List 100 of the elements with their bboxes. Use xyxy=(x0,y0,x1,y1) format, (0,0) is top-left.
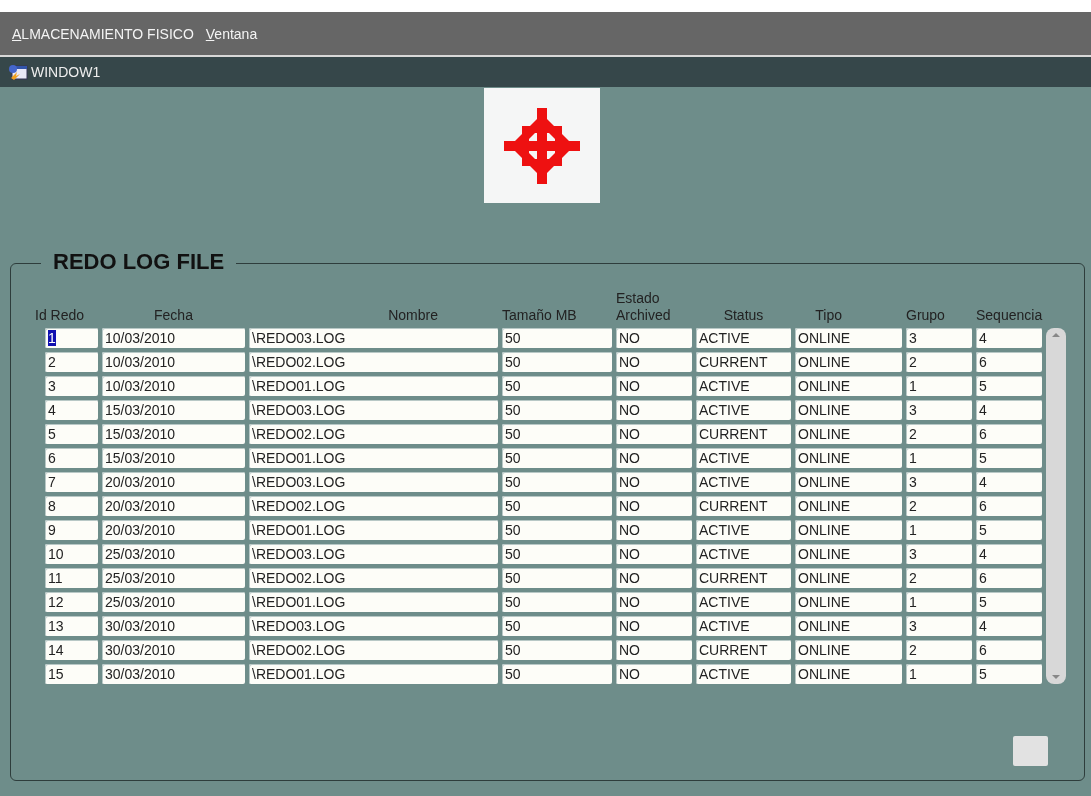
table-cell[interactable]: ACTIVE xyxy=(696,520,791,540)
table-cell[interactable]: \REDO01.LOG xyxy=(249,592,498,612)
table-cell[interactable]: 20/03/2010 xyxy=(102,472,245,492)
table-cell[interactable]: ONLINE xyxy=(795,448,902,468)
table-cell[interactable]: ONLINE xyxy=(795,544,902,564)
table-cell[interactable]: 50 xyxy=(502,424,612,444)
table-cell[interactable]: ONLINE xyxy=(795,496,902,516)
table-cell[interactable]: ONLINE xyxy=(795,376,902,396)
table-cell[interactable]: ONLINE xyxy=(795,640,902,660)
table-cell[interactable]: ACTIVE xyxy=(696,448,791,468)
scrollbar[interactable] xyxy=(1046,328,1066,684)
table-cell[interactable]: \REDO02.LOG xyxy=(249,640,498,660)
table-cell[interactable]: 50 xyxy=(502,448,612,468)
table-cell[interactable]: 2 xyxy=(906,352,972,372)
table-cell[interactable]: 50 xyxy=(502,472,612,492)
table-cell[interactable]: ONLINE xyxy=(795,472,902,492)
table-cell[interactable]: NO xyxy=(616,544,692,564)
table-cell[interactable]: NO xyxy=(616,424,692,444)
table-cell[interactable]: 6 xyxy=(976,640,1042,660)
table-cell[interactable]: 25/03/2010 xyxy=(102,568,245,588)
table-cell[interactable]: 2 xyxy=(906,568,972,588)
table-cell[interactable]: 20/03/2010 xyxy=(102,496,245,516)
table-cell[interactable]: 4 xyxy=(976,328,1042,348)
menu-item[interactable]: ALMACENAMIENTO FISICO xyxy=(12,25,194,42)
table-cell[interactable]: 50 xyxy=(502,544,612,564)
table-cell[interactable]: 1 xyxy=(906,376,972,396)
table-cell[interactable]: 4 xyxy=(976,472,1042,492)
table-cell[interactable]: ACTIVE xyxy=(696,376,791,396)
table-cell[interactable]: 11 xyxy=(45,568,98,588)
menu-item[interactable]: Ventana xyxy=(205,25,258,42)
table-cell[interactable]: NO xyxy=(616,520,692,540)
table-cell[interactable]: 2 xyxy=(906,496,972,516)
table-cell[interactable]: 3 xyxy=(906,400,972,420)
table-cell[interactable]: 10/03/2010 xyxy=(102,376,245,396)
table-cell[interactable]: \REDO03.LOG xyxy=(249,472,498,492)
table-cell[interactable]: ONLINE xyxy=(795,592,902,612)
table-cell[interactable]: ONLINE xyxy=(795,400,902,420)
table-cell[interactable]: NO xyxy=(616,592,692,612)
table-cell[interactable]: ACTIVE xyxy=(696,664,791,684)
table-cell[interactable]: NO xyxy=(616,352,692,372)
table-cell[interactable]: 15/03/2010 xyxy=(102,448,245,468)
table-cell[interactable]: CURRENT xyxy=(696,568,791,588)
table-cell[interactable]: \REDO03.LOG xyxy=(249,400,498,420)
table-cell[interactable]: ONLINE xyxy=(795,352,902,372)
table-cell[interactable]: NO xyxy=(616,568,692,588)
table-cell[interactable]: 30/03/2010 xyxy=(102,664,245,684)
table-cell[interactable]: 15 xyxy=(45,664,98,684)
table-cell[interactable]: NO xyxy=(616,472,692,492)
table-cell[interactable]: 30/03/2010 xyxy=(102,616,245,636)
table-cell[interactable]: 1 xyxy=(906,664,972,684)
table-cell[interactable]: 5 xyxy=(976,592,1042,612)
table-cell[interactable]: 3 xyxy=(45,376,98,396)
table-cell[interactable]: NO xyxy=(616,496,692,516)
table-cell[interactable]: 5 xyxy=(976,664,1042,684)
table-cell[interactable]: NO xyxy=(616,448,692,468)
table-cell[interactable]: 50 xyxy=(502,520,612,540)
table-cell[interactable]: 20/03/2010 xyxy=(102,520,245,540)
table-cell[interactable]: NO xyxy=(616,664,692,684)
table-cell[interactable]: CURRENT xyxy=(696,352,791,372)
table-cell[interactable]: \REDO01.LOG xyxy=(249,520,498,540)
table-cell[interactable]: ACTIVE xyxy=(696,400,791,420)
table-cell[interactable]: \REDO01.LOG xyxy=(249,664,498,684)
table-cell[interactable]: 5 xyxy=(976,520,1042,540)
table-cell[interactable]: 2 xyxy=(906,424,972,444)
table-cell[interactable]: \REDO01.LOG xyxy=(249,376,498,396)
table-cell[interactable]: 5 xyxy=(976,376,1042,396)
table-cell[interactable]: 7 xyxy=(45,472,98,492)
table-cell[interactable]: CURRENT xyxy=(696,424,791,444)
table-cell[interactable]: NO xyxy=(616,328,692,348)
table-cell[interactable]: 6 xyxy=(976,352,1042,372)
table-cell[interactable]: 2 xyxy=(45,352,98,372)
table-cell[interactable]: \REDO03.LOG xyxy=(249,616,498,636)
table-cell[interactable]: 2 xyxy=(906,640,972,660)
table-cell[interactable]: \REDO03.LOG xyxy=(249,328,498,348)
table-cell[interactable]: ONLINE xyxy=(795,616,902,636)
table-cell[interactable]: ACTIVE xyxy=(696,544,791,564)
table-cell[interactable]: 4 xyxy=(45,400,98,420)
table-cell[interactable]: NO xyxy=(616,376,692,396)
table-cell[interactable]: 3 xyxy=(906,544,972,564)
table-cell[interactable]: CURRENT xyxy=(696,640,791,660)
table-cell[interactable]: 6 xyxy=(976,568,1042,588)
table-cell[interactable]: 50 xyxy=(502,496,612,516)
table-cell[interactable]: \REDO02.LOG xyxy=(249,424,498,444)
table-cell[interactable]: ONLINE xyxy=(795,424,902,444)
table-cell[interactable]: 4 xyxy=(976,544,1042,564)
table-cell[interactable]: ACTIVE xyxy=(696,616,791,636)
table-cell[interactable]: 5 xyxy=(976,448,1042,468)
table-cell[interactable]: 8 xyxy=(45,496,98,516)
table-cell[interactable]: 15/03/2010 xyxy=(102,424,245,444)
table-cell[interactable]: ACTIVE xyxy=(696,328,791,348)
table-cell[interactable]: ONLINE xyxy=(795,664,902,684)
table-cell[interactable]: 50 xyxy=(502,640,612,660)
table-cell[interactable]: 50 xyxy=(502,376,612,396)
table-cell[interactable]: 1 xyxy=(45,328,98,348)
table-cell[interactable]: 5 xyxy=(45,424,98,444)
table-cell[interactable]: ONLINE xyxy=(795,568,902,588)
table-cell[interactable]: 3 xyxy=(906,472,972,492)
table-cell[interactable]: 14 xyxy=(45,640,98,660)
table-cell[interactable]: 15/03/2010 xyxy=(102,400,245,420)
table-cell[interactable]: 50 xyxy=(502,400,612,420)
